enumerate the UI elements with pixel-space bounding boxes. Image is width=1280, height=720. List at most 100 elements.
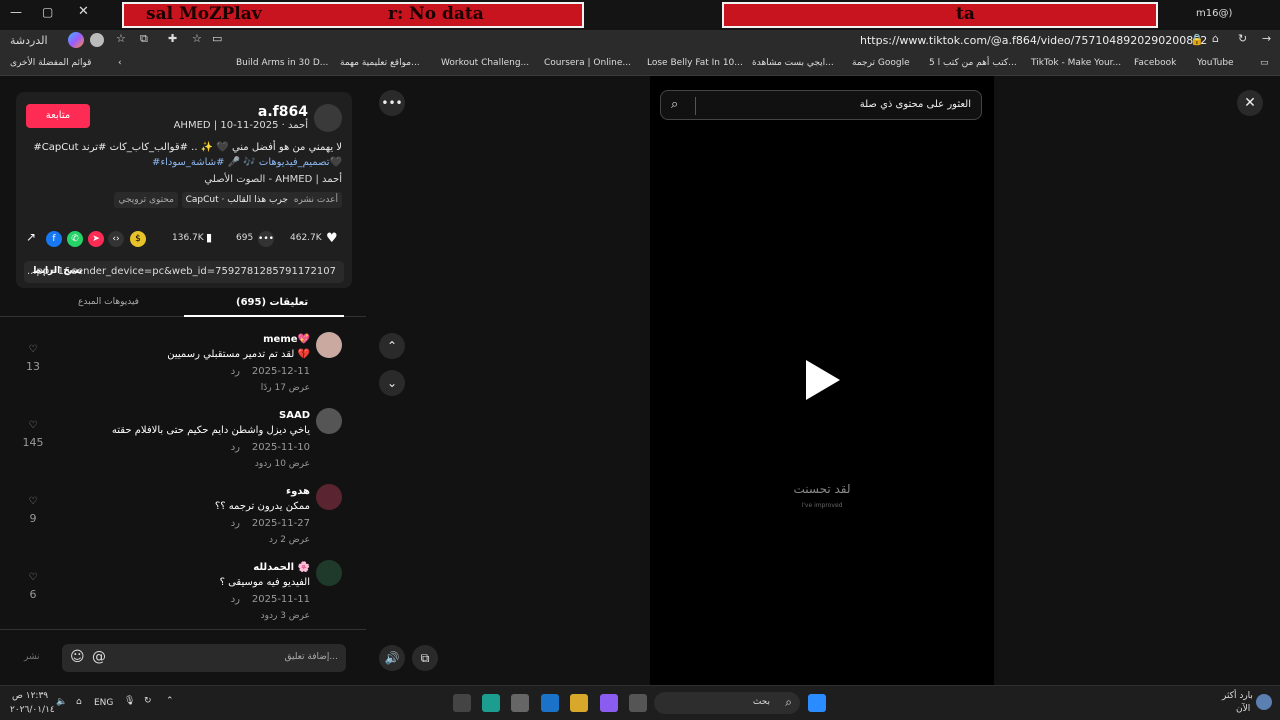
reply-button[interactable]: رد <box>231 366 240 377</box>
more-options-icon[interactable]: ••• <box>379 90 405 116</box>
related-search-bar[interactable]: العثور على محتوى ذي صلة ⌕ <box>660 90 982 120</box>
app-icon[interactable] <box>453 694 471 712</box>
bookmark-item[interactable]: ترجمة Google <box>852 58 910 68</box>
close-icon[interactable]: ✕ <box>1237 90 1263 116</box>
comment-author[interactable]: SAAD <box>279 410 310 421</box>
bookmark-item[interactable]: مواقع تعليمية مهمة... <box>340 58 420 68</box>
chat-label[interactable]: الدردشة <box>10 34 48 47</box>
post-comment-button[interactable]: نشر <box>24 652 40 662</box>
caption-line-1: #CapCut لا يهمني من هو أفضل مني 🖤 ✨ .. #… <box>33 142 342 153</box>
bookmark-item[interactable]: Coursera | Online... <box>544 58 631 68</box>
creator-username[interactable]: a.f864 <box>258 104 308 120</box>
comment-avatar[interactable] <box>316 560 342 586</box>
collections-icon[interactable]: ⧉ <box>140 32 148 46</box>
view-replies[interactable]: عرض 10 ردود <box>255 459 310 469</box>
comment-input[interactable]: إضافة تعليق... ☺ @ <box>62 644 346 672</box>
app-icon[interactable] <box>629 694 647 712</box>
bookmarks-menu-icon[interactable]: ▭ <box>1260 58 1269 68</box>
app-icon[interactable] <box>482 694 500 712</box>
reply-button[interactable]: رد <box>231 518 240 529</box>
copy-link-button[interactable]: نسخ الرابط <box>32 266 82 276</box>
embed-icon[interactable]: ‹› <box>108 231 124 247</box>
mini-player-icon[interactable]: ⧉ <box>412 645 438 671</box>
mention-icon[interactable]: @ <box>92 649 106 665</box>
bookmark-icon[interactable]: ▮ <box>206 231 212 244</box>
copilot-app-icon[interactable] <box>600 694 618 712</box>
restore-icon[interactable]: ▢ <box>42 5 53 19</box>
view-replies[interactable]: عرض 3 ردود <box>261 611 310 621</box>
file-explorer-icon[interactable] <box>570 694 588 712</box>
mic-icon[interactable]: 🎙 <box>124 696 135 706</box>
bookmark-item[interactable]: ايجي بست مشاهدة... <box>752 58 834 68</box>
profile-icon[interactable] <box>90 33 104 47</box>
split-screen-icon[interactable]: ▭ <box>212 32 222 45</box>
comment-author[interactable]: الحمدلله 🌸 <box>253 562 310 573</box>
copilot-icon[interactable] <box>68 32 84 48</box>
bookmark-item[interactable]: YouTube <box>1197 58 1234 68</box>
favorites-icon[interactable]: ☆ <box>116 32 126 45</box>
edge-icon[interactable] <box>541 694 559 712</box>
clock-time: ١٢:٣٩ ص <box>12 691 49 701</box>
comment-icon[interactable]: ••• <box>258 231 274 247</box>
follow-button[interactable]: متابعة <box>26 104 90 128</box>
speaker-icon[interactable]: 🔈 <box>56 697 67 707</box>
emoji-icon[interactable]: ☺ <box>70 649 85 665</box>
language-indicator[interactable]: ENG <box>94 698 113 708</box>
play-icon[interactable] <box>806 360 840 400</box>
extensions-icon[interactable]: ✚ <box>168 32 177 45</box>
chevron-left-icon[interactable]: ‹ <box>118 58 122 68</box>
comment-like-icon[interactable]: ♡ <box>24 344 42 355</box>
tray-chevron-icon[interactable]: ⌃ <box>166 696 174 706</box>
app-icon[interactable] <box>511 694 529 712</box>
sync-icon[interactable]: ↻ <box>144 696 152 706</box>
bookmark-item[interactable]: Lose Belly Fat In 10... <box>647 58 743 68</box>
bookmarks-folder[interactable]: قوائم المفضلة الأخرى <box>10 58 91 68</box>
comment-author[interactable]: هدوء <box>286 486 310 497</box>
whatsapp-icon[interactable]: ✆ <box>67 231 83 247</box>
comment-author[interactable]: meme💖 <box>263 334 310 345</box>
address-bar[interactable]: https://www.tiktok.com/@a.f864/video/757… <box>860 34 1207 47</box>
tab-comments[interactable]: تعليقات (695) <box>236 297 308 308</box>
bookmark-item[interactable]: Workout Challeng... <box>441 58 529 68</box>
home-icon[interactable]: ⌂ <box>1212 32 1219 45</box>
comment-like-icon[interactable]: ♡ <box>24 420 42 431</box>
capcut-chip[interactable]: CapCut · جرب هذا القالب <box>181 192 292 208</box>
taskbar-search[interactable]: بحث ⌕ <box>654 692 800 714</box>
weather-label[interactable]: بارد أكثر <box>1222 691 1253 701</box>
coin-icon[interactable]: $ <box>130 231 146 247</box>
network-icon[interactable]: ⌂ <box>76 697 82 707</box>
reply-button[interactable]: رد <box>231 594 240 605</box>
bookmark-item[interactable]: TikTok - Make Your... <box>1031 58 1121 68</box>
volume-icon[interactable]: 🔊 <box>379 645 405 671</box>
tab-creator-videos[interactable]: فيديوهات المبدع <box>78 297 139 307</box>
reply-button[interactable]: رد <box>231 442 240 453</box>
comment-avatar[interactable] <box>316 408 342 434</box>
view-replies[interactable]: عرض 17 ردًا <box>261 383 310 393</box>
close-window-icon[interactable]: ✕ <box>78 4 89 19</box>
search-icon[interactable]: ⌕ <box>671 97 678 112</box>
bookmark-item[interactable]: 5 كتب أهم من كتب ا... <box>929 58 1017 68</box>
view-replies[interactable]: عرض 2 رد <box>269 535 310 545</box>
send-icon[interactable]: ➤ <box>88 231 104 247</box>
comment-like-icon[interactable]: ♡ <box>24 496 42 507</box>
minimize-icon[interactable]: — <box>10 5 22 19</box>
facebook-icon[interactable]: f <box>46 231 62 247</box>
refresh-icon[interactable]: ↻ <box>1238 32 1247 45</box>
video-player[interactable]: العثور على محتوى ذي صلة ⌕ لقد تحسنت I've… <box>650 76 994 685</box>
creator-avatar[interactable] <box>314 104 342 132</box>
back-icon[interactable]: → <box>1262 32 1271 45</box>
add-favorite-icon[interactable]: ☆ <box>192 32 202 45</box>
previous-video-icon[interactable]: ⌃ <box>379 333 405 359</box>
bookmark-item[interactable]: Facebook <box>1134 58 1176 68</box>
reposted-chip[interactable]: أعدت نشره <box>289 192 342 208</box>
bookmark-item[interactable]: Build Arms in 30 D... <box>236 58 328 68</box>
comment-avatar[interactable] <box>316 484 342 510</box>
music-label[interactable]: الصوت الأصلي - AHMED | أحمد <box>204 174 342 185</box>
like-icon[interactable]: ♥ <box>326 231 342 247</box>
comment-like-icon[interactable]: ♡ <box>24 572 42 583</box>
windows-start-icon[interactable] <box>808 694 826 712</box>
comment-avatar[interactable] <box>316 332 342 358</box>
share-icon[interactable]: ↗ <box>26 230 36 244</box>
next-video-icon[interactable]: ⌄ <box>379 370 405 396</box>
weather-icon[interactable] <box>1256 694 1272 710</box>
